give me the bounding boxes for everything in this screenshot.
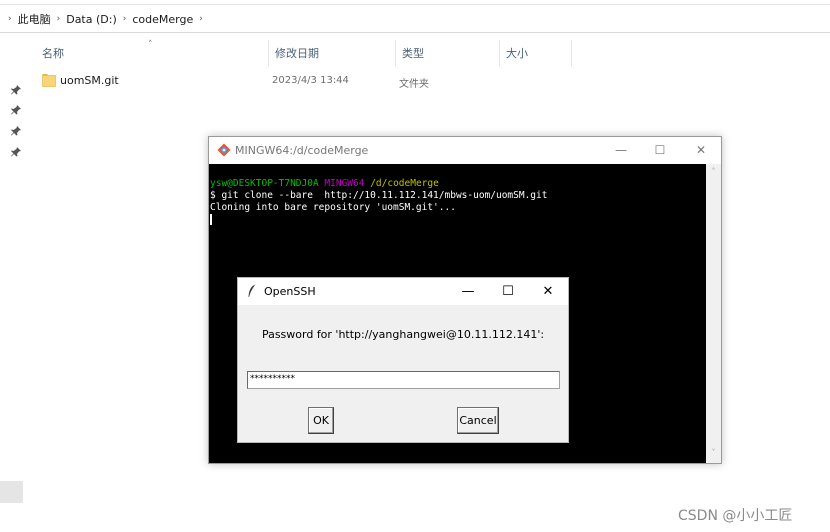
column-header-type[interactable]: 类型 [396, 40, 500, 66]
feather-icon [247, 284, 257, 298]
navigation-pane [0, 40, 24, 532]
column-header-name[interactable]: 名称 [36, 40, 269, 66]
terminal-scrollbar[interactable]: ˄ ˅ [706, 164, 721, 463]
cancel-button[interactable]: Cancel [457, 407, 499, 434]
minimize-button[interactable]: — [456, 283, 480, 301]
chevron-right-icon[interactable]: › [123, 14, 127, 24]
terminal-titlebar[interactable]: MINGW64:/d/codeMerge — ☐ ✕ [209, 137, 721, 164]
address-bar[interactable]: › 此电脑 › Data (D:) › codeMerge › [0, 6, 830, 33]
breadcrumb-codemerge[interactable]: codeMerge [132, 13, 193, 26]
close-button[interactable]: ✕ [536, 283, 560, 301]
password-input[interactable]: ********** [247, 371, 560, 389]
openssh-dialog[interactable]: OpenSSH — ☐ ✕ Password for 'http://yangh… [237, 277, 569, 443]
terminal-output-line: Cloning into bare repository 'uomSM.git'… [210, 202, 456, 213]
openssh-title: OpenSSH [264, 285, 316, 298]
maximize-button[interactable]: ☐ [496, 283, 520, 301]
scroll-down-icon[interactable]: ˅ [709, 448, 718, 457]
column-header-row: ˄ 名称 修改日期 类型 大小 [24, 40, 830, 66]
file-row[interactable]: uomSM.git 2023/4/3 13:44 文件夹 [24, 70, 830, 92]
scroll-up-icon[interactable]: ˄ [709, 167, 718, 176]
column-header-size[interactable]: 大小 [500, 40, 572, 66]
pin-icon[interactable] [10, 84, 22, 96]
csdn-watermark: CSDN @小小工匠 [678, 508, 793, 524]
file-name: uomSM.git [60, 74, 119, 87]
minimize-button[interactable]: — [607, 141, 635, 159]
terminal-prompt-line: ysw@DESKTOP-T7NDJ0A MINGW64 /d/codeMerge [210, 178, 706, 190]
column-header-modified[interactable]: 修改日期 [269, 40, 396, 66]
explorer-top-border [0, 0, 830, 5]
breadcrumb-data-drive[interactable]: Data (D:) [66, 13, 117, 26]
close-button[interactable]: ✕ [687, 141, 715, 159]
terminal-cursor-line [210, 214, 706, 226]
nav-pane-selected-item[interactable] [0, 481, 23, 503]
terminal-command-line: $ git clone --bare http://10.11.112.141/… [210, 190, 548, 201]
prompt-path: /d/codeMerge [370, 178, 439, 189]
chevron-right-icon[interactable]: › [57, 14, 61, 24]
folder-icon [42, 73, 56, 87]
git-bash-icon [217, 143, 231, 157]
pin-icon[interactable] [10, 146, 22, 158]
maximize-button[interactable]: ☐ [646, 141, 674, 159]
text-cursor [210, 214, 212, 225]
chevron-right-icon[interactable]: › [199, 14, 203, 24]
openssh-titlebar[interactable]: OpenSSH — ☐ ✕ [238, 278, 568, 305]
password-prompt: Password for 'http://yanghangwei@10.11.1… [261, 328, 545, 341]
chevron-right-icon[interactable]: › [8, 14, 12, 24]
ok-button[interactable]: OK [308, 407, 334, 434]
prompt-env: MINGW64 [324, 178, 365, 189]
breadcrumb-this-pc[interactable]: 此电脑 [18, 11, 51, 27]
file-modified-date: 2023/4/3 13:44 [272, 75, 349, 86]
file-type: 文件夹 [399, 79, 429, 90]
terminal-title: MINGW64:/d/codeMerge [235, 144, 369, 157]
pin-icon[interactable] [10, 125, 22, 137]
pin-icon[interactable] [10, 104, 22, 116]
prompt-user: ysw@DESKTOP-T7NDJ0A [210, 178, 319, 189]
